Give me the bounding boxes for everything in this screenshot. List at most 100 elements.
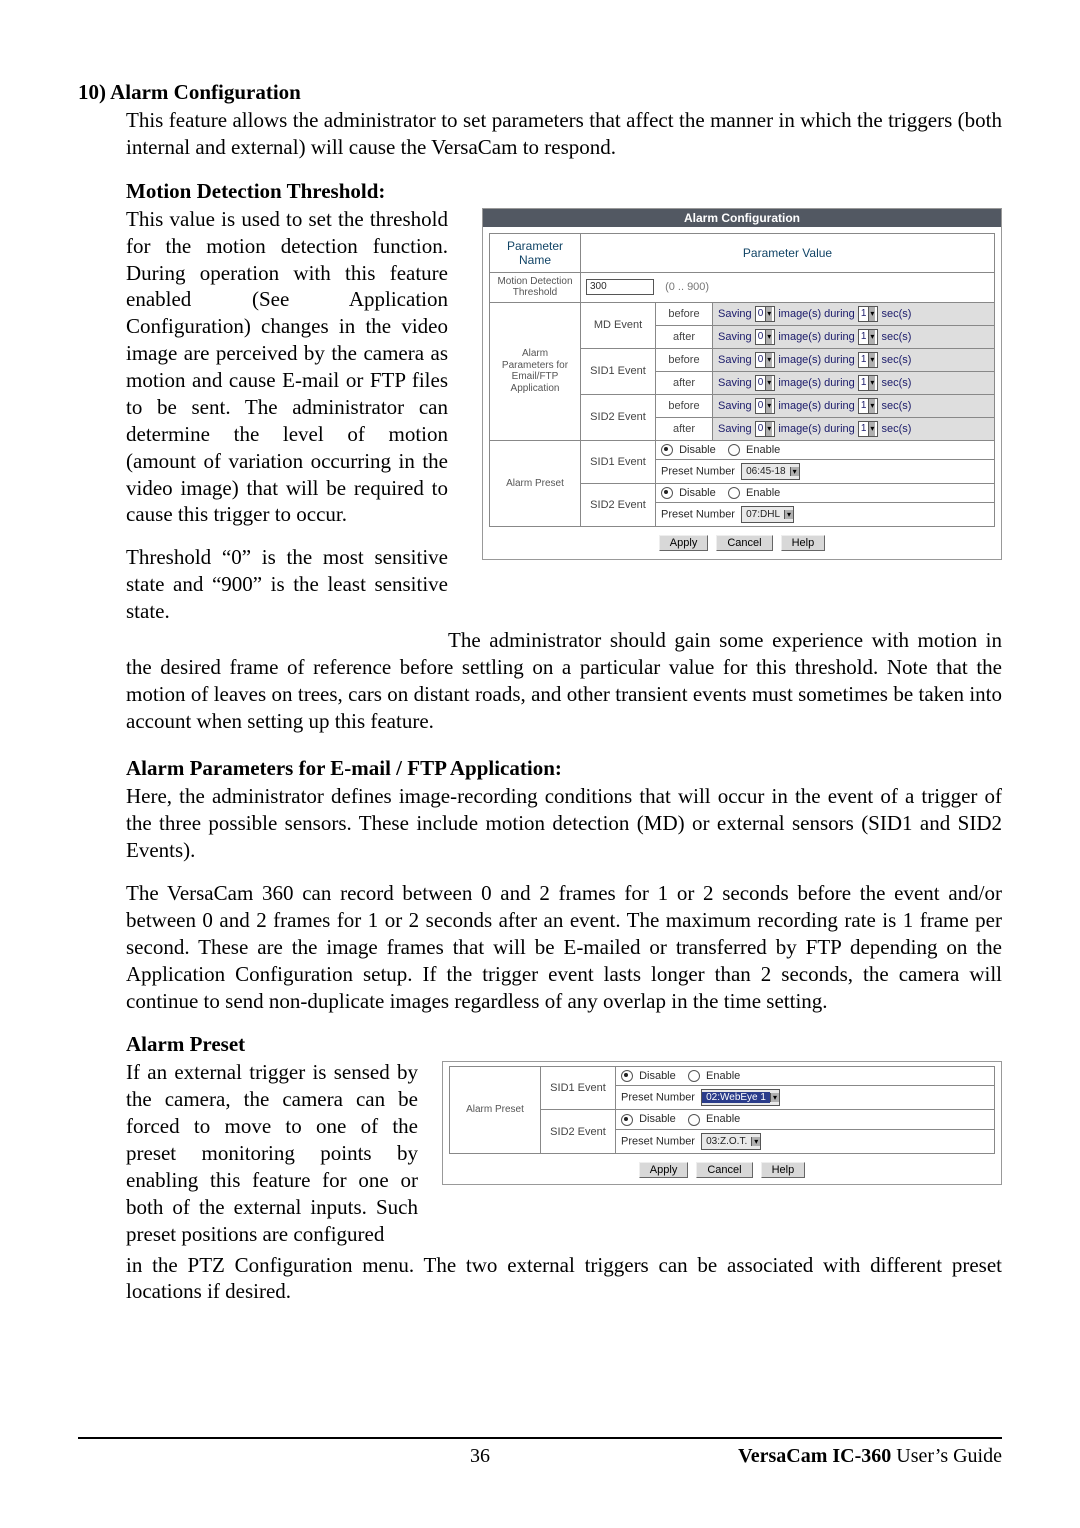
f2-sid1-pn-label: Preset Number	[621, 1092, 695, 1104]
preset-sid1-label: SID1 Event	[581, 440, 656, 483]
help-button[interactable]: Help	[781, 535, 826, 551]
images-text: image(s) during	[778, 331, 854, 343]
page-footer: 36 VersaCam IC-360 User’s Guide	[78, 1437, 1002, 1468]
sid2-disable-text: Disable	[679, 487, 716, 499]
saving-text: Saving	[718, 354, 752, 366]
page-number: 36	[278, 1445, 682, 1468]
f2-help-button[interactable]: Help	[761, 1162, 806, 1178]
secs-text: sec(s)	[881, 308, 911, 320]
col-parameter-name: Parameter Name	[490, 233, 581, 272]
sid1-enable-radio[interactable]	[728, 444, 740, 456]
sid2-enable-radio[interactable]	[728, 487, 740, 499]
f2-sid2-pn-select[interactable]: 03:Z.O.T.▾	[701, 1133, 761, 1150]
secs-text: sec(s)	[881, 377, 911, 389]
md-after-cell: Saving 0▾ image(s) during 1▾ sec(s)	[713, 325, 995, 348]
apply-button[interactable]: Apply	[659, 535, 709, 551]
md-before-label: before	[656, 302, 713, 325]
secs-text: sec(s)	[881, 400, 911, 412]
sid2-before-frames[interactable]: 0▾	[755, 398, 776, 414]
cancel-button[interactable]: Cancel	[716, 535, 772, 551]
md-before-frames[interactable]: 0▾	[755, 306, 776, 322]
motion-threshold-p1: This value is used to set the threshold …	[78, 206, 448, 529]
sid1-pn-select[interactable]: 06:45-18▾	[741, 463, 800, 480]
sid1-after-secs[interactable]: 1▾	[858, 375, 879, 391]
saving-text: Saving	[718, 423, 752, 435]
sid1-pn-label: Preset Number	[661, 465, 735, 477]
sid2-after-cell: Saving 0▾ image(s) during 1▾ sec(s)	[713, 417, 995, 440]
threshold-input[interactable]: 300	[586, 279, 654, 295]
f2-cancel-button[interactable]: Cancel	[696, 1162, 752, 1178]
f2-sid1-label: SID1 Event	[541, 1067, 616, 1110]
sid2-after-secs[interactable]: 1▾	[858, 421, 879, 437]
sid2-pn-select[interactable]: 07:DHL▾	[741, 506, 794, 523]
f2-sid2-pn-label: Preset Number	[621, 1135, 695, 1147]
alarm-preset-p1: If an external trigger is sensed by the …	[78, 1059, 418, 1247]
md-after-label: after	[656, 325, 713, 348]
secs-text: sec(s)	[881, 331, 911, 343]
alarm-params-p2: The VersaCam 360 can record between 0 an…	[78, 880, 1002, 1014]
sid1-disable-radio[interactable]	[661, 444, 673, 456]
secs-text: sec(s)	[881, 423, 911, 435]
f2-sid2-label: SID2 Event	[541, 1110, 616, 1153]
threshold-label: Motion Detection Threshold	[490, 272, 581, 302]
sid2-disable-radio[interactable]	[661, 487, 673, 499]
sid1-before-secs[interactable]: 1▾	[858, 352, 879, 368]
md-before-cell: Saving 0▾ image(s) during 1▾ sec(s)	[713, 302, 995, 325]
sid2-pn-label: Preset Number	[661, 508, 735, 520]
sid1-disable-text: Disable	[679, 444, 716, 456]
section-10-title: 10) Alarm Configuration	[78, 80, 1002, 105]
sid1-event-label: SID1 Event	[581, 348, 656, 394]
sid1-before-frames[interactable]: 0▾	[755, 352, 776, 368]
f2-apply-button[interactable]: Apply	[639, 1162, 689, 1178]
f2-sid1-disable-radio[interactable]	[621, 1070, 633, 1082]
md-after-frames[interactable]: 0▾	[755, 329, 776, 345]
sid2-after-label: after	[656, 417, 713, 440]
md-event-label: MD Event	[581, 302, 656, 348]
alarm-params-label: Alarm Parameters for Email/FTP Applicati…	[490, 302, 581, 440]
alarm-preset-title: Alarm Preset	[78, 1032, 1002, 1057]
sid2-before-label: before	[656, 394, 713, 417]
sid1-before-label: before	[656, 348, 713, 371]
alarm-preset-figure: Alarm Preset SID1 Event Disable Enable	[442, 1061, 1002, 1184]
sid1-after-cell: Saving 0▾ image(s) during 1▾ sec(s)	[713, 371, 995, 394]
sid1-before-cell: Saving 0▾ image(s) during 1▾ sec(s)	[713, 348, 995, 371]
images-text: image(s) during	[778, 423, 854, 435]
secs-text: sec(s)	[881, 354, 911, 366]
saving-text: Saving	[718, 331, 752, 343]
alarm-preset-p2: in the PTZ Configuration menu. The two e…	[78, 1252, 1002, 1306]
sid2-before-secs[interactable]: 1▾	[858, 398, 879, 414]
footer-product: VersaCam IC-360	[738, 1445, 891, 1467]
footer-guide-rest: User’s Guide	[891, 1445, 1002, 1467]
motion-threshold-title: Motion Detection Threshold:	[78, 179, 1002, 204]
alarm-preset-table: Alarm Preset SID1 Event Disable Enable	[449, 1066, 995, 1153]
sid1-after-label: after	[656, 371, 713, 394]
f2-sid1-enable-text: Enable	[706, 1070, 740, 1082]
images-text: image(s) during	[778, 400, 854, 412]
alarm-config-title: Alarm Configuration	[483, 209, 1001, 227]
md-after-secs[interactable]: 1▾	[858, 329, 879, 345]
sid2-enable-text: Enable	[746, 487, 780, 499]
alarm-params-title: Alarm Parameters for E-mail / FTP Applic…	[78, 756, 1002, 781]
sid1-after-frames[interactable]: 0▾	[755, 375, 776, 391]
f2-sid2-enable-radio[interactable]	[688, 1114, 700, 1126]
preset-block-label: Alarm Preset	[450, 1067, 541, 1153]
alarm-config-table: Parameter Name Parameter Value Motion De…	[489, 233, 995, 527]
motion-threshold-p2b: The administrator should gain some exper…	[78, 627, 1002, 735]
alarm-config-figure: Alarm Configuration Parameter Name Param…	[482, 208, 1002, 560]
alarm-params-p1: Here, the administrator defines image-re…	[78, 783, 1002, 864]
threshold-range: (0 .. 900)	[665, 281, 709, 293]
f2-sid2-enable-text: Enable	[706, 1113, 740, 1125]
section-10-intro: This feature allows the administrator to…	[78, 107, 1002, 161]
sid1-enable-text: Enable	[746, 444, 780, 456]
saving-text: Saving	[718, 400, 752, 412]
saving-text: Saving	[718, 377, 752, 389]
f2-sid1-enable-radio[interactable]	[688, 1070, 700, 1082]
motion-threshold-p2a: Threshold “0” is the most sensitive stat…	[78, 544, 448, 625]
md-before-secs[interactable]: 1▾	[858, 306, 879, 322]
f2-sid1-pn-select[interactable]: 02:WebEye 1▾	[701, 1089, 780, 1106]
sid2-after-frames[interactable]: 0▾	[755, 421, 776, 437]
sid2-event-label: SID2 Event	[581, 394, 656, 440]
f2-sid2-disable-radio[interactable]	[621, 1114, 633, 1126]
sid2-before-cell: Saving 0▾ image(s) during 1▾ sec(s)	[713, 394, 995, 417]
alarm-preset-label: Alarm Preset	[490, 440, 581, 526]
